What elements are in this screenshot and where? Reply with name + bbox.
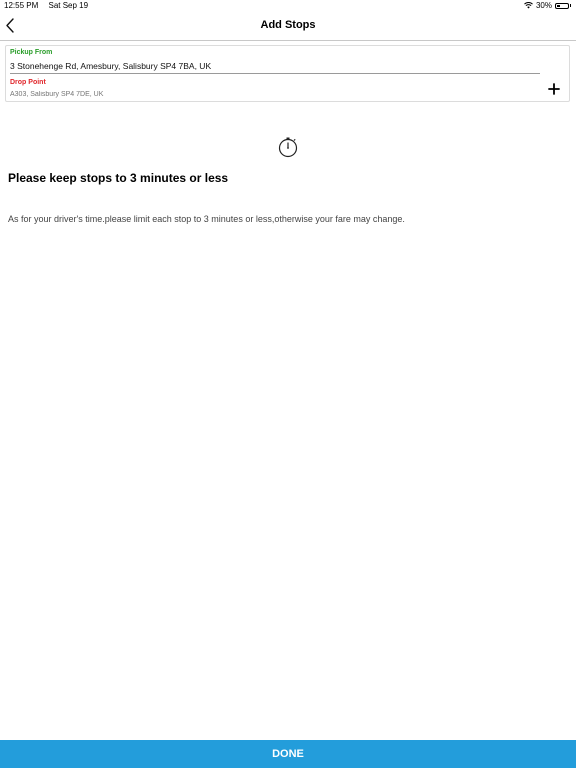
notice-title: Please keep stops to 3 minutes or less xyxy=(8,171,229,185)
status-time: 12:55 PM xyxy=(4,1,39,10)
battery-icon xyxy=(555,2,569,9)
wifi-icon xyxy=(524,2,533,9)
stops-card: Pickup From 3 Stonehenge Rd, Amesbury, S… xyxy=(5,45,570,102)
page-title: Add Stops xyxy=(260,19,316,31)
plus-icon xyxy=(548,83,560,95)
done-button[interactable]: DONE xyxy=(0,740,576,768)
stopwatch-icon xyxy=(278,137,298,158)
notice-body: As for your driver's time.please limit e… xyxy=(8,214,405,224)
battery-level xyxy=(557,4,560,7)
status-bar: 12:55 PM Sat Sep 19 30% xyxy=(0,0,576,12)
add-stop-button[interactable] xyxy=(547,82,561,96)
nav-bar: Add Stops xyxy=(0,12,576,41)
drop-point-input[interactable] xyxy=(10,91,510,98)
status-left: 12:55 PM Sat Sep 19 xyxy=(4,1,96,10)
battery-percent: 30% xyxy=(535,1,552,10)
status-date: Sat Sep 19 xyxy=(48,1,89,10)
status-right: 30% xyxy=(524,1,571,10)
card-divider xyxy=(10,73,540,74)
battery-nub xyxy=(570,4,571,7)
drop-label: Drop Point xyxy=(10,79,46,86)
pickup-label: Pickup From xyxy=(10,49,53,56)
pickup-address[interactable]: 3 Stonehenge Rd, Amesbury, Salisbury SP4… xyxy=(10,61,211,71)
